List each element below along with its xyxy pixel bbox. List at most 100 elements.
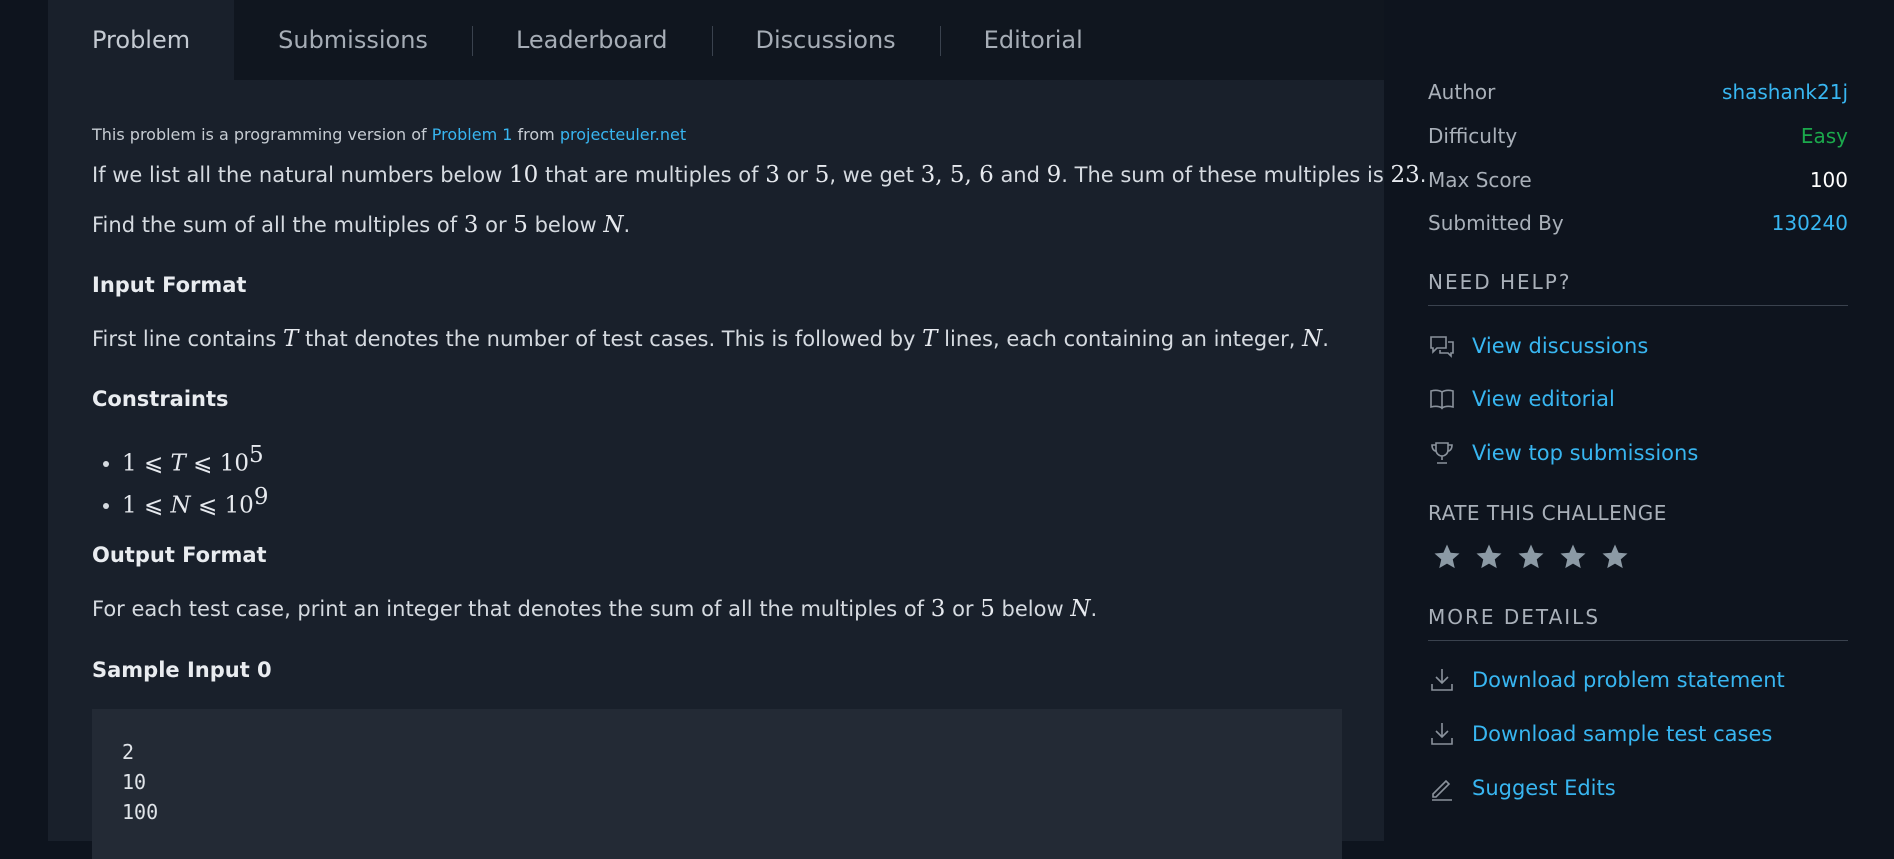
sample-input-heading: Sample Input 0 [92,658,272,682]
tab-bar: Problem Submissions Leaderboard Discussi… [48,0,1384,80]
submitted-by-label: Submitted By [1428,211,1564,235]
star-icon[interactable] [1432,542,1462,572]
rate-challenge-heading: RATE THIS CHALLENGE [1428,501,1667,525]
difficulty-value: Easy [1800,124,1848,148]
math: N [1302,326,1323,352]
download-icon [1431,723,1453,745]
sample-input-block[interactable]: 2 10 100 [92,709,1342,859]
suggest-edits-link[interactable]: Suggest Edits [1428,770,1616,806]
text: or [945,597,981,621]
suggest-edits-label: Suggest Edits [1472,776,1616,800]
math: 5 [814,162,830,188]
problem-1-link[interactable]: Problem 1 [432,125,513,144]
tab-problem[interactable]: Problem [48,0,235,80]
tab-editorial[interactable]: Editorial [939,0,1127,80]
author-row: Author shashank21j [1428,80,1848,110]
projecteuler-link[interactable]: projecteuler.net [560,125,686,144]
problem-panel: This problem is a programming version of… [48,80,1426,859]
text: First line contains [92,327,284,351]
text: , we get [829,163,921,187]
math: 9 [1046,162,1062,188]
need-help-heading: NEED HELP? [1428,270,1572,294]
submitted-by-link[interactable]: 130240 [1772,211,1848,235]
math: 3 [463,212,479,238]
author-link[interactable]: shashank21j [1722,80,1848,104]
note-prefix: This problem is a programming version of [92,125,432,144]
view-editorial-label: View editorial [1472,387,1615,411]
text: Find the sum of all the multiples of [92,213,464,237]
download-statement-link[interactable]: Download problem statement [1428,662,1785,698]
math: ⩽ 10 [190,492,254,519]
output-format-text: For each test case, print an integer tha… [92,596,1097,622]
download-tests-link[interactable]: Download sample test cases [1428,716,1772,752]
tab-leaderboard[interactable]: Leaderboard [471,0,712,80]
tab-submissions[interactable]: Submissions [234,0,472,80]
star-icon[interactable] [1600,542,1630,572]
constraint-item: 1 ⩽ N ⩽ 109 [122,476,268,518]
book-icon [1430,389,1454,410]
math: N [170,492,191,519]
text: . [623,213,631,237]
text: and [993,163,1047,187]
text: that are multiples of [538,163,766,187]
max-score-row: Max Score 100 [1428,168,1848,198]
star-icon[interactable] [1558,542,1588,572]
trophy-icon [1431,442,1453,464]
view-discussions-link[interactable]: View discussions [1428,328,1648,364]
math: 1 ⩽ [122,450,171,477]
text: below [527,213,604,237]
view-editorial-link[interactable]: View editorial [1428,381,1615,417]
text: . [1419,163,1427,187]
math: 10 [509,162,539,188]
text: that denotes the number of test cases. T… [298,327,923,351]
math: 1 ⩽ [122,492,171,519]
math: T [922,326,938,352]
difficulty-label: Difficulty [1428,124,1518,148]
math: T [170,450,186,477]
math: 3, 5, 6 [920,162,994,188]
note-mid: from [512,125,560,144]
math: 5 [513,212,528,238]
text: . [1090,597,1098,621]
exponent: 9 [253,484,269,510]
star-icon[interactable] [1516,542,1546,572]
divider [1428,640,1848,641]
max-score-value: 100 [1809,168,1848,192]
math: 23 [1390,162,1420,188]
tab-discussions[interactable]: Discussions [711,0,940,80]
submitted-by-row: Submitted By 130240 [1428,211,1848,241]
math: N [603,212,624,238]
text: . The sum of these multiples is [1061,163,1391,187]
download-icon [1431,669,1453,691]
constraints-list: 1 ⩽ T ⩽ 105 1 ⩽ N ⩽ 109 [92,434,268,518]
text: If we list all the natural numbers below [92,163,509,187]
max-score-label: Max Score [1428,168,1532,192]
view-top-submissions-link[interactable]: View top submissions [1428,435,1698,471]
divider [1428,305,1848,306]
view-top-submissions-label: View top submissions [1472,441,1699,465]
pencil-icon [1432,779,1452,801]
star-icon[interactable] [1474,542,1504,572]
output-format-heading: Output Format [92,543,267,567]
download-statement-label: Download problem statement [1472,668,1785,692]
text: . [1322,327,1329,351]
author-label: Author [1428,80,1496,104]
math: 3 [930,596,946,622]
source-note: This problem is a programming version of… [92,125,686,144]
constraint-item: 1 ⩽ T ⩽ 105 [122,434,268,476]
input-format-text: First line contains T that denotes the n… [92,326,1329,352]
text: lines, each containing an integer, [937,327,1303,351]
difficulty-row: Difficulty Easy [1428,124,1848,154]
constraints-heading: Constraints [92,387,229,411]
text: or [779,163,815,187]
rating-stars [1432,542,1630,572]
math: N [1070,596,1091,622]
text: below [994,597,1071,621]
math: ⩽ 10 [185,450,250,477]
math: T [283,326,299,352]
math: 3 [765,162,780,188]
task-paragraph: Find the sum of all the multiples of 3 o… [92,212,630,238]
exponent: 5 [249,442,264,468]
more-details-heading: MORE DETAILS [1428,605,1601,629]
discussions-icon [1430,336,1454,358]
